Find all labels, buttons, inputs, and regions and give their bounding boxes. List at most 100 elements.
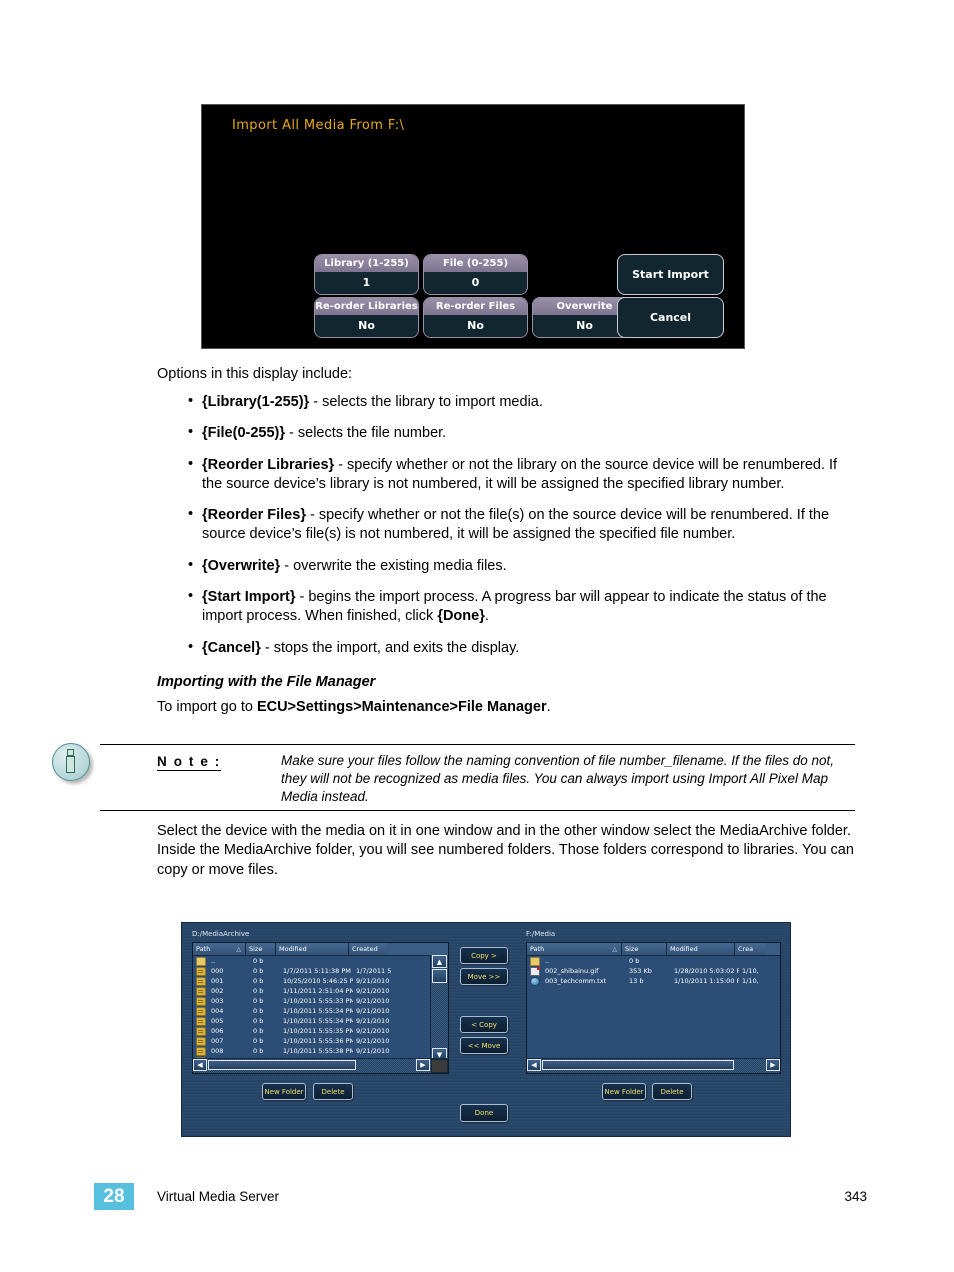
import-all-media-dialog-screenshot: Import All Media From F:\ Library (1-255… — [201, 104, 745, 349]
column-header-created[interactable]: Created — [349, 943, 387, 955]
folder-icon — [196, 966, 206, 976]
dialog-button-row-2: Re-order Libraries No Re-order Files No … — [315, 298, 740, 337]
column-header-path[interactable]: Path △ — [527, 943, 622, 955]
left-file-panel[interactable]: Path △ Size Modified Created .. 0 b 000 0 … — [192, 942, 449, 1074]
row-modified: 1/10/2011 1:15:00 PM — [674, 977, 739, 985]
cancel-button[interactable]: Cancel — [618, 298, 723, 337]
table-row[interactable]: 000 0 b 1/7/2011 5:11:38 PM 1/7/2011 5 — [193, 966, 448, 976]
dialog-title: Import All Media From F:\ — [232, 118, 405, 133]
list-item: {Start Import} - begins the import proce… — [188, 587, 853, 627]
list-item: {Library(1-255)} - selects the library t… — [188, 392, 853, 412]
row-name: 000 — [211, 967, 224, 975]
column-header-size[interactable]: Size — [246, 943, 276, 955]
reorder-files-label: Re-order Files — [424, 298, 527, 315]
left-vertical-scrollbar[interactable]: ▲ ▼ — [430, 955, 448, 1061]
right-file-panel[interactable]: Path △ Size Modified Crea .. 0 b 002_shib… — [526, 942, 781, 1074]
table-row[interactable]: 002_shibainu.gif 353 Kb 1/28/2010 5:03:02 … — [527, 966, 780, 976]
row-name: 004 — [211, 1007, 224, 1015]
reorder-files-field[interactable]: Re-order Files No — [424, 298, 527, 337]
row-modified: 1/10/2011 5:55:34 PM — [283, 1007, 353, 1015]
scroll-left-arrow-icon[interactable]: ◀ — [527, 1059, 541, 1071]
right-delete-button[interactable]: Delete — [652, 1083, 692, 1100]
row-modified: 1/10/2011 5:55:38 PM — [283, 1047, 353, 1055]
row-size: 0 b — [253, 1017, 264, 1025]
note-label: N o t e : — [157, 754, 221, 771]
scroll-right-arrow-icon[interactable]: ▶ — [766, 1059, 780, 1071]
row-name: 006 — [211, 1027, 224, 1035]
row-size: 0 b — [253, 977, 264, 985]
column-header-path[interactable]: Path △ — [193, 943, 246, 955]
row-size: 0 b — [253, 957, 264, 965]
reorder-libraries-value: No — [315, 315, 418, 337]
row-size: 13 b — [629, 977, 644, 985]
right-horizontal-scrollbar[interactable]: ◀ ▶ — [527, 1058, 780, 1073]
bullet-term: {Reorder Files} — [202, 507, 306, 524]
row-size: 0 b — [253, 997, 264, 1005]
bullet-term: {Start Import} — [202, 588, 296, 605]
start-import-button[interactable]: Start Import — [618, 255, 723, 294]
row-created: 9/21/2010 — [356, 1027, 390, 1035]
txt-file-icon — [530, 976, 540, 986]
intro-paragraph: Options in this display include: — [157, 366, 353, 382]
table-row[interactable]: 002 0 b 1/11/2011 2:51:04 PM 9/21/2010 — [193, 986, 448, 996]
table-row[interactable]: 006 0 b 1/10/2011 5:55:35 PM 9/21/2010 — [193, 1026, 448, 1036]
row-created: 9/21/2010 — [356, 997, 390, 1005]
horizontal-scroll-thumb[interactable] — [208, 1060, 356, 1070]
done-button[interactable]: Done — [460, 1104, 508, 1122]
row-modified: 1/10/2011 5:55:33 PM — [283, 997, 353, 1005]
reorder-libraries-field[interactable]: Re-order Libraries No — [315, 298, 418, 337]
left-horizontal-scrollbar[interactable]: ◀ ▶ — [193, 1058, 448, 1073]
left-delete-button[interactable]: Delete — [313, 1083, 353, 1100]
bullet-text: - overwrite the existing media files. — [280, 557, 507, 574]
row-size: 0 b — [253, 1027, 264, 1035]
list-item: {Overwrite} - overwrite the existing med… — [188, 556, 853, 576]
list-item: {Cancel} - stops the import, and exits t… — [188, 638, 853, 658]
table-row[interactable]: 001 0 b 10/25/2010 5:46:25 PM 9/21/2010 — [193, 976, 448, 986]
row-size: 0 b — [253, 1007, 264, 1015]
left-new-folder-button[interactable]: New Folder — [262, 1083, 306, 1100]
info-icon — [50, 741, 94, 783]
library-field[interactable]: Library (1-255) 1 — [315, 255, 418, 294]
move-left-button[interactable]: << Move — [460, 1037, 508, 1054]
column-header-size[interactable]: Size — [622, 943, 667, 955]
table-row[interactable]: .. 0 b — [527, 956, 780, 966]
scroll-right-arrow-icon[interactable]: ▶ — [416, 1059, 430, 1071]
chapter-number-badge: 28 — [94, 1183, 134, 1210]
table-row[interactable]: 008 0 b 1/10/2011 5:55:38 PM 9/21/2010 — [193, 1046, 448, 1056]
table-row[interactable]: 007 0 b 1/10/2011 5:55:36 PM 9/21/2010 — [193, 1036, 448, 1046]
column-header-created[interactable]: Crea — [735, 943, 765, 955]
horizontal-scroll-thumb[interactable] — [542, 1060, 734, 1070]
table-row[interactable]: 004 0 b 1/10/2011 5:55:34 PM 9/21/2010 — [193, 1006, 448, 1016]
row-created: 9/21/2010 — [356, 987, 390, 995]
move-right-button[interactable]: Move >> — [460, 968, 508, 985]
folder-icon — [196, 1006, 206, 1016]
row-size: 0 b — [253, 987, 264, 995]
file-field[interactable]: File (0-255) 0 — [424, 255, 527, 294]
copy-left-button[interactable]: < Copy — [460, 1016, 508, 1033]
right-panel-path: F:/Media — [526, 930, 556, 938]
footer-title: Virtual Media Server — [157, 1189, 280, 1204]
bullet-term-secondary: {Done} — [437, 608, 485, 625]
scroll-left-arrow-icon[interactable]: ◀ — [193, 1059, 207, 1071]
vertical-scroll-thumb[interactable] — [432, 969, 447, 983]
row-name: 001 — [211, 977, 224, 985]
instruction-prefix: To import go to — [157, 699, 257, 715]
column-header-modified[interactable]: Modified — [667, 943, 735, 955]
folder-icon — [196, 1016, 206, 1026]
copy-right-button[interactable]: Copy > — [460, 947, 508, 964]
bullet-text: - selects the file number. — [285, 425, 447, 442]
left-panel-path: D:/MediaArchive — [192, 930, 250, 938]
table-row[interactable]: 005 0 b 1/10/2011 5:55:34 PM 9/21/2010 — [193, 1016, 448, 1026]
right-new-folder-button[interactable]: New Folder — [602, 1083, 646, 1100]
table-row[interactable]: .. 0 b — [193, 956, 448, 966]
scroll-up-arrow-icon[interactable]: ▲ — [432, 955, 447, 968]
folder-icon — [196, 986, 206, 996]
instruction-suffix: . — [546, 699, 551, 715]
bullet-term: {Cancel} — [202, 639, 261, 656]
bullet-text-secondary: . — [484, 608, 489, 625]
file-manager-screenshot: D:/MediaArchive F:/Media Path △ Size Mod… — [181, 922, 791, 1137]
table-row[interactable]: 003_techcomm.txt 13 b 1/10/2011 1:15:00 PM… — [527, 976, 780, 986]
table-row[interactable]: 003 0 b 1/10/2011 5:55:33 PM 9/21/2010 — [193, 996, 448, 1006]
library-field-label: Library (1-255) — [315, 255, 418, 272]
column-header-modified[interactable]: Modified — [276, 943, 349, 955]
